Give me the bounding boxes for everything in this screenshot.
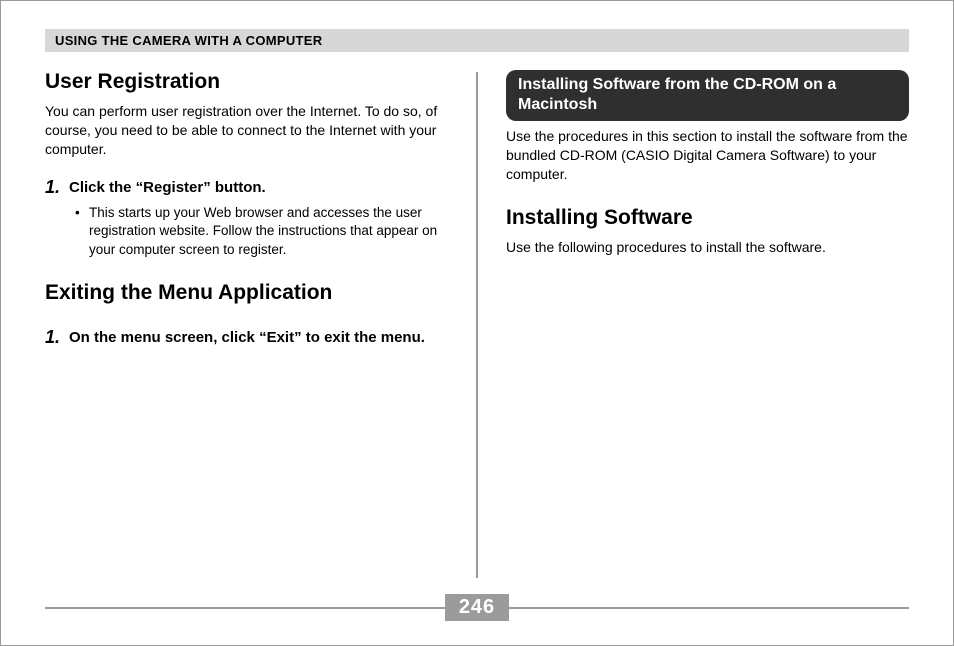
heading-user-registration: User Registration (45, 70, 448, 94)
step-number: 1. (45, 327, 69, 349)
page-footer: 246 (45, 594, 909, 621)
step-text: Click the “Register” button. (69, 177, 266, 199)
callout-heading: Installing Software from the CD-ROM on a… (506, 70, 909, 121)
step-text: On the menu screen, click “Exit” to exit… (69, 327, 425, 349)
right-column: Installing Software from the CD-ROM on a… (478, 70, 909, 580)
step-1-register: 1. Click the “Register” button. (45, 177, 448, 199)
step-number: 1. (45, 177, 69, 199)
page-number: 246 (445, 594, 509, 621)
paragraph-install: Use the following procedures to install … (506, 238, 909, 257)
paragraph-intro: You can perform user registration over t… (45, 102, 448, 159)
left-column: User Registration You can perform user r… (45, 70, 476, 580)
document-page: USING THE CAMERA WITH A COMPUTER User Re… (0, 0, 954, 646)
bullet-text: This starts up your Web browser and acce… (89, 204, 448, 259)
section-header-bar: USING THE CAMERA WITH A COMPUTER (45, 29, 909, 52)
bullet-note: This starts up your Web browser and acce… (75, 204, 448, 259)
two-column-layout: User Registration You can perform user r… (45, 70, 909, 580)
heading-installing-software: Installing Software (506, 206, 909, 230)
footer-rule-left (45, 607, 445, 609)
footer-rule-right (509, 607, 909, 609)
callout-body: Use the procedures in this section to in… (506, 127, 909, 184)
step-1-exit: 1. On the menu screen, click “Exit” to e… (45, 327, 448, 349)
heading-exiting-menu: Exiting the Menu Application (45, 281, 448, 305)
